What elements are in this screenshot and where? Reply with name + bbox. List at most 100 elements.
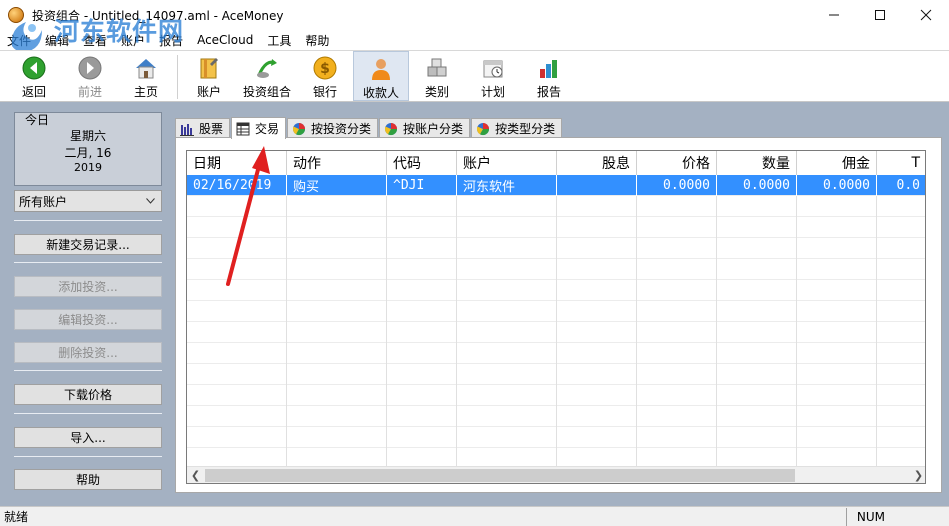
cell-dividend <box>557 175 637 196</box>
menu-file[interactable]: 文件 <box>0 32 38 49</box>
app-icon[interactable] <box>8 7 24 23</box>
transactions-grid[interactable]: ˅ 日期 动作 代码 账户 股息 价格 数量 佣金 T 02/16/2019 购… <box>186 150 926 484</box>
forward-arrow-icon <box>77 55 103 81</box>
table-row[interactable] <box>187 322 925 343</box>
table-row[interactable] <box>187 280 925 301</box>
column-header-account[interactable]: 账户 <box>457 151 557 175</box>
menu-reports[interactable]: 报告 <box>152 32 190 49</box>
portfolio-icon <box>254 55 280 81</box>
column-header-action[interactable]: 动作 <box>287 151 387 175</box>
menu-tools[interactable]: 工具 <box>260 32 298 49</box>
cell-symbol: ^DJI <box>387 175 457 196</box>
menu-edit[interactable]: 编辑 <box>38 32 76 49</box>
tab-transactions[interactable]: 交易 <box>231 117 287 139</box>
today-box: 今日 星期六 二月, 16 2019 <box>14 112 162 186</box>
cell-action: 购买 <box>287 175 387 196</box>
back-button[interactable]: 返回 <box>6 51 62 101</box>
delete-investment-button[interactable]: 删除投资... <box>14 342 162 363</box>
categories-cubes-icon <box>424 55 450 81</box>
edit-investment-button[interactable]: 编辑投资... <box>14 309 162 330</box>
portfolio-button[interactable]: 投资组合 <box>237 51 297 101</box>
menu-accounts[interactable]: 账户 <box>114 32 152 49</box>
table-row[interactable] <box>187 238 925 259</box>
tab-by-account[interactable]: 按账户分类 <box>379 118 471 138</box>
menu-help[interactable]: 帮助 <box>298 32 336 49</box>
minimize-icon <box>829 14 839 16</box>
today-month-day: 二月, 16 <box>64 146 112 160</box>
account-select-value: 所有账户 <box>19 194 68 209</box>
window-title: 投资组合 - Untitled_14097.aml - AceMoney <box>32 8 284 23</box>
tab-panel: ˅ 日期 动作 代码 账户 股息 价格 数量 佣金 T 02/16/2019 购… <box>175 137 942 493</box>
payee-person-icon <box>368 56 394 82</box>
categories-button[interactable]: 类别 <box>409 51 465 101</box>
table-row[interactable] <box>187 343 925 364</box>
menu-view[interactable]: 查看 <box>76 32 114 49</box>
left-separator <box>14 456 162 457</box>
column-header-total[interactable]: T <box>877 151 925 175</box>
menu-acecloud[interactable]: AceCloud <box>190 33 260 47</box>
bar-chart-icon <box>180 123 194 136</box>
cell-account: 河东软件 <box>457 175 557 196</box>
download-prices-button[interactable]: 下载价格 <box>14 384 162 405</box>
tab-stocks[interactable]: 股票 <box>175 118 231 138</box>
scroll-left-icon[interactable]: ❮ <box>187 467 204 483</box>
cell-quantity: 0.0000 <box>717 175 797 196</box>
column-header-quantity[interactable]: 数量 <box>717 151 797 175</box>
scrollbar-thumb[interactable] <box>205 469 795 482</box>
help-button[interactable]: 帮助 <box>14 469 162 490</box>
tab-label: 交易 <box>255 122 280 136</box>
payees-button[interactable]: 收款人 <box>353 51 409 101</box>
reports-button[interactable]: 报告 <box>521 51 577 101</box>
table-row[interactable] <box>187 364 925 385</box>
new-transaction-button[interactable]: 新建交易记录... <box>14 234 162 255</box>
menu-bar: 文件 编辑 查看 账户 报告 AceCloud 工具 帮助 <box>0 30 949 50</box>
import-button[interactable]: 导入... <box>14 427 162 448</box>
table-row[interactable] <box>187 196 925 217</box>
grid-body: 02/16/2019 购买 ^DJI 河东软件 0.0000 0.0000 0.… <box>187 175 925 469</box>
column-header-price[interactable]: 价格 <box>637 151 717 175</box>
column-header-commission[interactable]: 佣金 <box>797 151 877 175</box>
minimize-button[interactable] <box>811 0 857 30</box>
maximize-button[interactable] <box>857 0 903 30</box>
table-row[interactable] <box>187 406 925 427</box>
scroll-right-icon[interactable]: ❯ <box>910 467 925 483</box>
sort-descending-icon: ˅ <box>231 150 236 159</box>
table-row[interactable] <box>187 301 925 322</box>
status-bar: 就绪 NUM <box>0 506 949 526</box>
close-button[interactable] <box>903 0 949 30</box>
today-weekday: 星期六 <box>69 129 106 143</box>
cell-date: 02/16/2019 <box>187 175 287 196</box>
title-bar: 投资组合 - Untitled_14097.aml - AceMoney <box>0 0 949 30</box>
column-header-date[interactable]: ˅ 日期 <box>187 151 287 175</box>
back-arrow-icon <box>21 55 47 81</box>
account-select[interactable]: 所有账户 <box>14 190 162 212</box>
banks-button[interactable]: $ 银行 <box>297 51 353 101</box>
table-row[interactable]: 02/16/2019 购买 ^DJI 河东软件 0.0000 0.0000 0.… <box>187 175 925 196</box>
horizontal-scrollbar[interactable]: ❮ ❯ <box>187 466 925 483</box>
main-area: 今日 星期六 二月, 16 2019 所有账户 新建交易记录... 添加投资..… <box>0 102 949 506</box>
left-separator <box>14 262 162 263</box>
bank-coin-icon: $ <box>312 55 338 81</box>
column-header-symbol[interactable]: 代码 <box>387 151 457 175</box>
column-header-dividend[interactable]: 股息 <box>557 151 637 175</box>
table-row[interactable] <box>187 427 925 448</box>
tab-label: 按投资分类 <box>311 122 372 136</box>
svg-text:$: $ <box>320 61 330 77</box>
table-row[interactable] <box>187 259 925 280</box>
home-button[interactable]: 主页 <box>118 51 174 101</box>
accounts-button[interactable]: 账户 <box>181 51 237 101</box>
tab-by-type[interactable]: 按类型分类 <box>471 118 563 138</box>
today-label: 今日 <box>25 113 50 127</box>
tab-label: 按账户分类 <box>403 122 464 136</box>
toolbar: 返回 前进 主页 账户 投资组合 $ 银行 收款人 类别 计划 报告 <box>0 50 949 102</box>
num-lock-indicator: NUM <box>845 508 893 526</box>
tab-by-investment[interactable]: 按投资分类 <box>287 118 379 138</box>
schedule-button[interactable]: 计划 <box>465 51 521 101</box>
forward-button[interactable]: 前进 <box>62 51 118 101</box>
pie-chart-icon <box>385 122 398 135</box>
left-panel: 今日 星期六 二月, 16 2019 所有账户 新建交易记录... 添加投资..… <box>8 102 173 506</box>
add-investment-button[interactable]: 添加投资... <box>14 276 162 297</box>
left-separator <box>14 220 162 221</box>
table-row[interactable] <box>187 217 925 238</box>
table-row[interactable] <box>187 385 925 406</box>
